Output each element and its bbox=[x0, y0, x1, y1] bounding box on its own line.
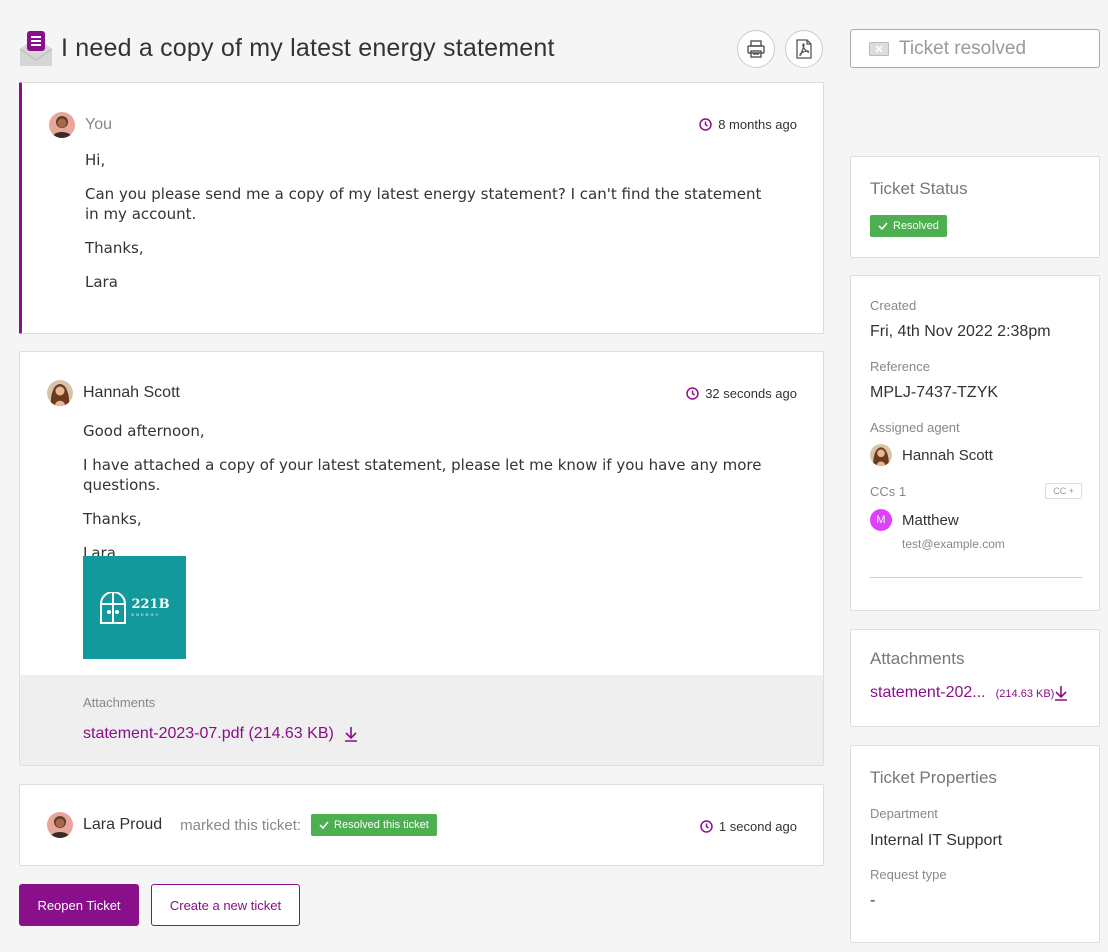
logo-text: 221B ENERGY bbox=[131, 598, 169, 618]
created-value: Fri, 4th Nov 2022 2:38pm bbox=[870, 323, 1051, 340]
envelope-closed-icon bbox=[869, 41, 889, 56]
attachment-filename: statement-2023-07.pdf (214.63 KB) bbox=[83, 725, 334, 742]
ticket-status-panel: Ticket Status Resolved bbox=[850, 156, 1100, 258]
attachments-label: Attachments bbox=[83, 695, 156, 710]
author-name: Lara Proud bbox=[83, 816, 163, 833]
agent-name: Hannah Scott bbox=[902, 446, 993, 464]
message-body: Hi, Can you please send me a copy of my … bbox=[85, 150, 775, 292]
message-paragraph: Lara bbox=[85, 273, 118, 291]
request-type-label: Request type bbox=[870, 867, 947, 882]
time-label: 8 months ago bbox=[718, 117, 797, 132]
request-type-value: - bbox=[870, 892, 876, 909]
message-time: 1 second ago bbox=[700, 819, 797, 834]
attachment-filename: statement-202... bbox=[870, 684, 986, 701]
ticket-properties-panel: Ticket Properties Department Internal IT… bbox=[850, 745, 1100, 943]
add-cc-button[interactable]: CC + bbox=[1045, 483, 1082, 499]
download-icon[interactable] bbox=[1054, 685, 1068, 701]
message-paragraph: Lara bbox=[83, 544, 116, 562]
divider bbox=[870, 577, 1082, 578]
message-paragraph: Thanks, bbox=[83, 510, 142, 528]
message-author: Hannah Scott bbox=[47, 380, 180, 406]
ccs-label: CCs 1 bbox=[870, 484, 907, 499]
panel-title: Ticket Properties bbox=[870, 768, 997, 787]
page-title: I need a copy of my latest energy statem… bbox=[61, 33, 555, 62]
avatar bbox=[870, 444, 892, 466]
attachments-section: Attachments statement-2023-07.pdf (214.6… bbox=[20, 675, 823, 765]
message-author: You bbox=[49, 112, 112, 138]
avatar bbox=[47, 812, 73, 838]
create-ticket-button[interactable]: Create a new ticket bbox=[151, 884, 300, 926]
avatar bbox=[49, 112, 75, 138]
badge-label: Resolved bbox=[893, 220, 939, 232]
message-card-agent: Hannah Scott 32 seconds ago Good afterno… bbox=[19, 351, 824, 766]
department-value: Internal IT Support bbox=[870, 832, 1003, 849]
message-card-customer: You 8 months ago Hi, Can you please send… bbox=[19, 82, 824, 334]
created-label: Created bbox=[870, 298, 917, 313]
badge-label: Resolved this ticket bbox=[334, 819, 429, 831]
attachment-size: (214.63 KB) bbox=[995, 688, 1055, 700]
assigned-agent: Hannah Scott bbox=[870, 444, 993, 466]
time-label: 32 seconds ago bbox=[705, 386, 797, 401]
cc-email: test@example.com bbox=[902, 537, 1005, 551]
ticket-resolved-label: Ticket resolved bbox=[899, 37, 1027, 59]
attachments-panel: Attachments statement-202... (214.63 KB) bbox=[850, 629, 1100, 727]
status-change-card: Lara Proud marked this ticket: Resolved … bbox=[19, 784, 824, 866]
message-body: Good afternoon, I have attached a copy o… bbox=[83, 421, 803, 563]
logo-title: 221B bbox=[131, 596, 170, 612]
pdf-button[interactable] bbox=[785, 30, 823, 68]
resolved-badge: Resolved this ticket bbox=[311, 814, 437, 836]
check-icon bbox=[878, 222, 888, 230]
clock-icon bbox=[699, 118, 712, 131]
print-icon bbox=[746, 39, 766, 59]
check-icon bbox=[319, 821, 329, 829]
message-paragraph: I have attached a copy of your latest st… bbox=[83, 456, 762, 494]
sidebar-attachment-link[interactable]: statement-202... (214.63 KB) bbox=[870, 684, 1068, 702]
attached-logo-image[interactable]: 221B ENERGY bbox=[83, 556, 186, 659]
status-action-text: marked this ticket: bbox=[180, 816, 302, 834]
print-button[interactable] bbox=[737, 30, 775, 68]
ticket-resolved-button[interactable]: Ticket resolved bbox=[850, 29, 1100, 68]
message-time: 8 months ago bbox=[699, 117, 797, 132]
message-paragraph: Good afternoon, bbox=[83, 422, 205, 440]
cc-entry: M Matthew bbox=[870, 509, 959, 531]
clock-icon bbox=[686, 387, 699, 400]
department-label: Department bbox=[870, 806, 938, 821]
message-paragraph: Can you please send me a copy of my late… bbox=[85, 185, 762, 223]
panel-title: Attachments bbox=[870, 649, 965, 668]
attachment-link[interactable]: statement-2023-07.pdf (214.63 KB) bbox=[83, 725, 358, 743]
time-label: 1 second ago bbox=[718, 819, 797, 834]
ticket-envelope-icon bbox=[19, 29, 53, 67]
message-paragraph: Thanks, bbox=[85, 239, 144, 257]
door-logo-icon bbox=[100, 591, 127, 624]
pdf-icon bbox=[795, 39, 813, 59]
avatar bbox=[47, 380, 73, 406]
panel-title: Ticket Status bbox=[870, 179, 968, 198]
cc-avatar: M bbox=[870, 509, 892, 531]
author-name: Hannah Scott bbox=[83, 384, 180, 401]
author-name: You bbox=[85, 116, 112, 133]
clock-icon bbox=[700, 820, 713, 833]
reopen-ticket-button[interactable]: Reopen Ticket bbox=[19, 884, 139, 926]
status-badge: Resolved bbox=[870, 215, 947, 237]
download-icon[interactable] bbox=[344, 726, 358, 742]
cc-name: Matthew bbox=[902, 511, 959, 529]
message-paragraph: Hi, bbox=[85, 151, 106, 169]
ticket-details-panel: Created Fri, 4th Nov 2022 2:38pm Referen… bbox=[850, 275, 1100, 611]
reference-value: MPLJ-7437-TZYK bbox=[870, 384, 999, 401]
reference-label: Reference bbox=[870, 359, 930, 374]
message-time: 32 seconds ago bbox=[686, 386, 797, 401]
assigned-agent-label: Assigned agent bbox=[870, 420, 960, 435]
logo-subtitle: ENERGY bbox=[131, 611, 161, 617]
message-author: Lara Proud marked this ticket: Resolved … bbox=[47, 812, 437, 838]
ticket-header: I need a copy of my latest energy statem… bbox=[19, 28, 555, 68]
